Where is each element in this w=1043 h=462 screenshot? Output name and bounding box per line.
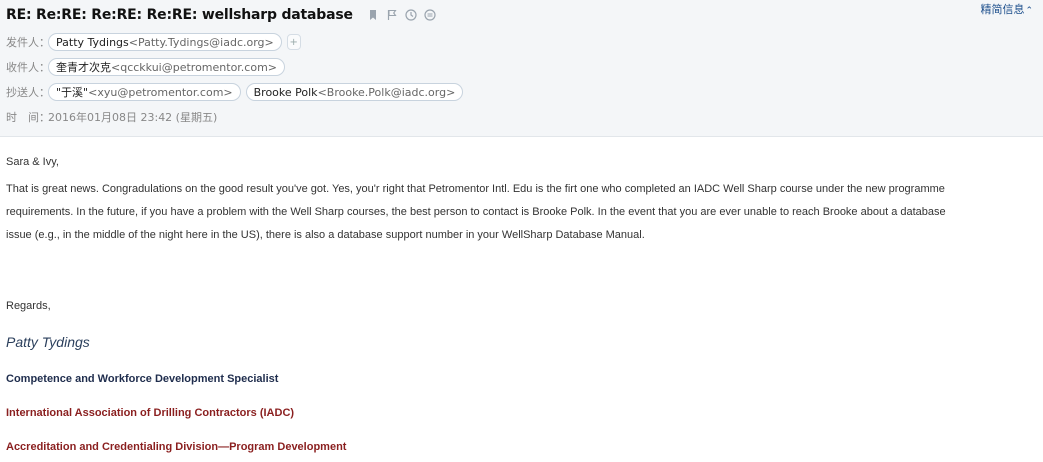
cc-address: <xyu@petromentor.com> [88,85,233,99]
cc-name: Brooke Polk [253,85,318,99]
mail-subject: RE: Re:RE: Re:RE: Re:RE: wellsharp datab… [6,7,353,23]
greeting: Sara & Ivy, [6,156,59,168]
mail-header: RE: Re:RE: Re:RE: Re:RE: wellsharp datab… [0,0,1043,137]
sender-address: <Patty.Tydings@iadc.org> [128,35,274,49]
recipient-name: 奎青才次克 [56,61,111,74]
cc-chip[interactable]: Brooke Polk <Brooke.Polk@iadc.org> [245,83,464,101]
chevron-up-icon: ⌃ [1025,6,1033,16]
cc-name: "于溪" [56,86,89,99]
subject-actions [367,9,437,22]
to-row: 收件人： 奎青才次克 <qcckkui@petromentor.com> [6,57,290,77]
message-line: requirements. In the future, if you have… [6,206,946,218]
message-line: That is great news. Congradulations on t… [6,183,945,195]
subject-row: RE: Re:RE: Re:RE: Re:RE: wellsharp datab… [6,5,437,25]
to-label: 收件人： [6,61,50,74]
collapse-details-link[interactable]: 精简信息⌃ [980,1,1033,17]
sender-name: Patty Tydings [56,35,129,49]
flag-icon[interactable] [386,9,399,22]
bookmark-icon[interactable] [367,9,380,22]
regards: Regards, [6,300,51,312]
clock-icon[interactable] [405,9,418,22]
sender-chip[interactable]: Patty Tydings <Patty.Tydings@iadc.org> [48,33,282,51]
time-row: 时 间： 2016年01月08日 23:42 (星期五) [6,107,217,127]
recipient-chip[interactable]: 奎青才次克 <qcckkui@petromentor.com> [48,58,286,76]
cc-chip[interactable]: "于溪" <xyu@petromentor.com> [48,83,241,101]
cc-row: 抄送人： "于溪" <xyu@petromentor.com> Brooke Po… [6,82,468,102]
sent-time: 2016年01月08日 23:42 (星期五) [48,111,218,124]
recipient-address: <qcckkui@petromentor.com> [111,60,278,74]
signature-name: Patty Tydings [6,334,90,350]
cc-address: <Brooke.Polk@iadc.org> [317,85,456,99]
signature-organization: International Association of Drilling Co… [6,407,295,419]
signature-division: Accreditation and Credentialing Division… [6,441,347,453]
from-label: 发件人： [6,36,50,49]
add-contact-button[interactable]: + [286,34,301,50]
details-link-label: 精简信息 [980,3,1025,16]
more-icon[interactable] [424,9,437,22]
from-row: 发件人： Patty Tydings <Patty.Tydings@iadc.or… [6,32,301,52]
time-label: 时 间： [6,111,50,124]
signature-title: Competence and Workforce Development Spe… [6,373,279,385]
message-line: issue (e.g., in the middle of the night … [6,229,645,241]
cc-label: 抄送人： [6,86,50,99]
message-paragraph: That is great news. Congradulations on t… [6,178,1042,247]
